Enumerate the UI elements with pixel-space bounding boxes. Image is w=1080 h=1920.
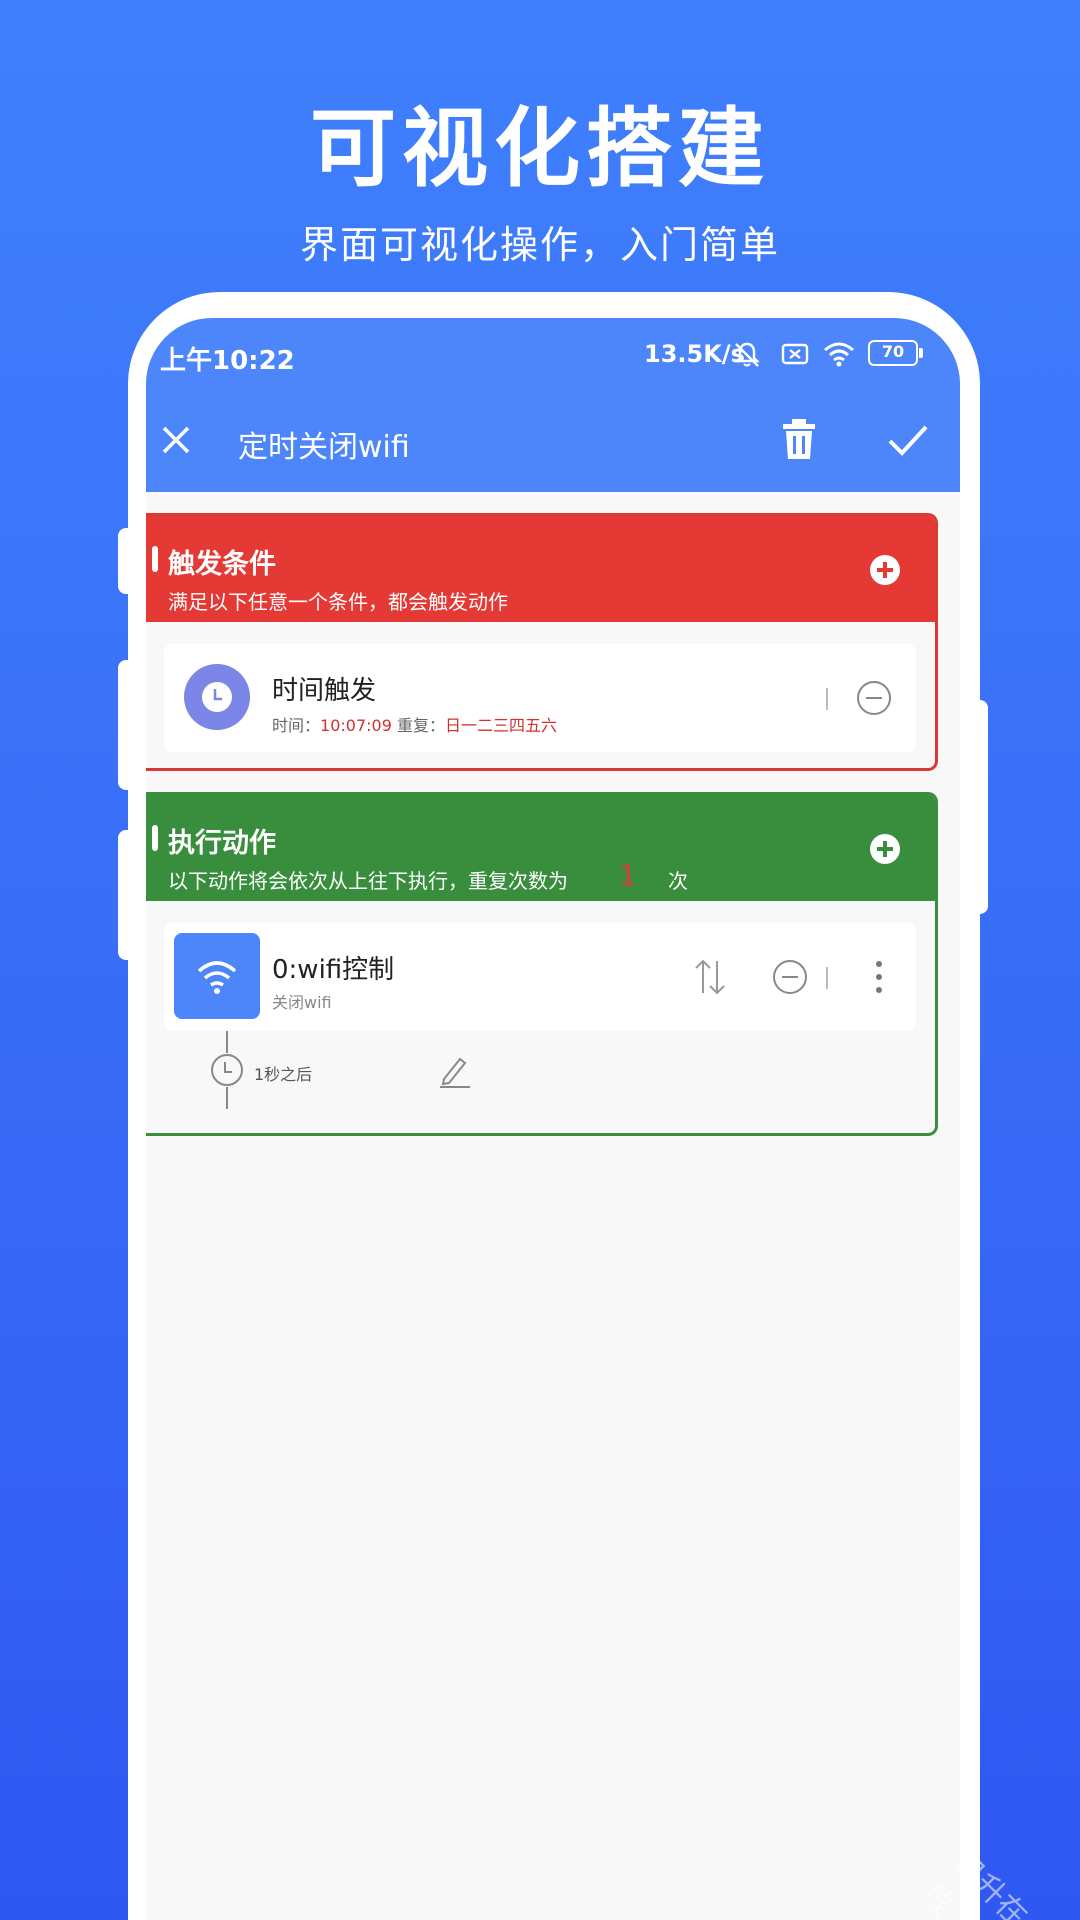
phone-side-button	[118, 528, 144, 594]
repeat-count-unit: 次	[668, 869, 688, 893]
trigger-description: 满足以下任意一个条件，都会触发动作	[168, 590, 508, 614]
wifi-icon	[174, 933, 260, 1019]
page-title: 定时关闭wifi	[238, 430, 410, 465]
trigger-section: 触发条件 满足以下任意一个条件，都会触发动作 时间触发 时间：10:07:09 …	[146, 513, 938, 771]
pencil-icon[interactable]	[436, 1053, 472, 1089]
close-icon[interactable]	[156, 420, 196, 460]
status-time: 上午10:22	[160, 346, 295, 376]
divider	[826, 688, 828, 710]
header-accent-bar	[152, 546, 158, 572]
action-section: 执行动作 以下动作将会依次从上往下执行，重复次数为 1 次 0:wifi控制 关…	[146, 792, 938, 1136]
divider	[826, 967, 828, 989]
trigger-title: 触发条件	[168, 549, 276, 580]
timeline-connector	[226, 1031, 228, 1053]
trash-icon[interactable]	[778, 416, 820, 462]
phone-screen: 上午10:22 13.5K/s 70 定时关闭wifi 触发条件 满足以下任意一…	[146, 318, 960, 1920]
time-value: 10:07:09	[320, 716, 392, 735]
hero-subtitle: 界面可视化操作，入门简单	[299, 223, 780, 267]
repeat-label: 重复：	[391, 716, 445, 735]
trigger-item-card[interactable]: 时间触发 时间：10:07:09 重复：日一二三四五六	[164, 644, 916, 752]
wifi-icon	[824, 342, 854, 367]
action-item-title: 0:wifi控制	[272, 955, 395, 985]
header-accent-bar	[152, 825, 158, 851]
check-icon[interactable]	[886, 420, 930, 460]
app-bar: 定时关闭wifi	[146, 390, 960, 492]
delay-text: 1秒之后	[254, 1065, 313, 1084]
add-action-icon[interactable]	[869, 833, 901, 865]
battery-icon: 70	[868, 340, 923, 366]
delay-clock-icon	[211, 1054, 243, 1086]
action-title: 执行动作	[168, 828, 276, 859]
timeline-connector	[226, 1087, 228, 1109]
status-bar: 上午10:22 13.5K/s 70	[146, 318, 960, 390]
trigger-header: 触发条件 满足以下任意一个条件，都会触发动作	[146, 516, 935, 622]
repeat-value: 日一二三四五六	[444, 716, 557, 735]
mute-bell-icon	[734, 342, 760, 367]
trigger-item-detail: 时间：10:07:09 重复：日一二三四五六	[272, 712, 557, 736]
add-trigger-icon[interactable]	[869, 554, 901, 586]
phone-side-button	[962, 700, 988, 914]
battery-level: 70	[881, 342, 905, 361]
clock-icon	[184, 664, 250, 730]
sort-icon[interactable]	[692, 957, 728, 997]
action-header: 执行动作 以下动作将会依次从上往下执行，重复次数为 1 次	[146, 795, 935, 901]
time-label: 时间：	[272, 716, 321, 735]
more-options-icon[interactable]	[874, 959, 884, 995]
status-net-speed: 13.5K/s	[644, 340, 745, 368]
hero-title: 可视化搭建	[310, 99, 770, 199]
remove-trigger-icon[interactable]	[856, 680, 892, 716]
phone-side-button	[118, 660, 144, 790]
sim-off-icon	[781, 343, 809, 365]
action-description: 以下动作将会依次从上往下执行，重复次数为	[168, 869, 568, 893]
action-item-card[interactable]: 0:wifi控制 关闭wifi	[164, 923, 916, 1031]
trigger-item-title: 时间触发	[272, 676, 377, 706]
phone-side-button	[118, 830, 144, 960]
repeat-count[interactable]: 1	[619, 859, 637, 892]
remove-action-icon[interactable]	[772, 959, 808, 995]
action-item-subtitle: 关闭wifi	[272, 993, 332, 1012]
